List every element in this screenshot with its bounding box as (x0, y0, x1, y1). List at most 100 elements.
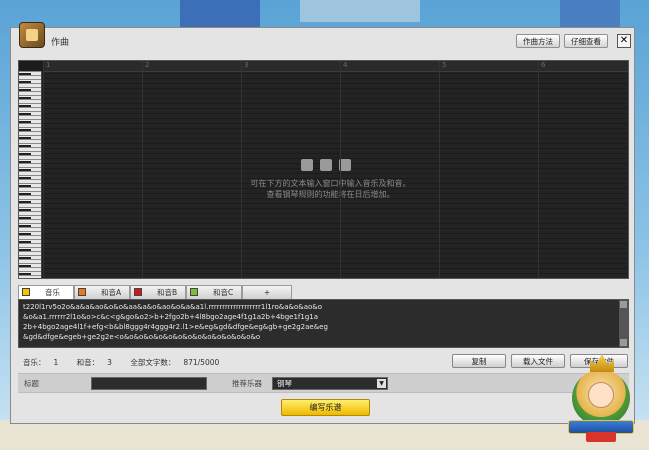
white-key (19, 263, 41, 264)
white-key (19, 95, 41, 96)
black-key (19, 201, 31, 203)
tab-chord-b[interactable]: 和音B (130, 285, 186, 299)
black-key (19, 185, 31, 187)
white-key (19, 275, 41, 276)
black-key (19, 209, 31, 211)
compose-method-button[interactable]: 作曲方法 (516, 34, 560, 48)
white-key (19, 211, 41, 212)
black-key (19, 73, 31, 75)
black-key (19, 137, 31, 139)
black-key (19, 257, 31, 259)
white-key (19, 147, 41, 148)
white-key (19, 151, 41, 152)
load-file-button[interactable]: 载入文件 (511, 354, 565, 368)
write-score-button[interactable]: 编写乐谱 (281, 399, 370, 416)
black-key (19, 193, 31, 195)
white-key (19, 83, 41, 84)
measure-line (241, 61, 242, 278)
piano-keys (19, 71, 42, 278)
black-key (19, 89, 31, 91)
track-tabs: 音乐 和音A 和音B 和音C + (18, 285, 629, 299)
chord-count-label: 和音： (76, 358, 100, 367)
white-key (19, 71, 41, 72)
window-title: 作曲 (51, 38, 70, 48)
white-key (19, 107, 41, 108)
score-line: 2b+4bgo2age4l1f+efg<b&bl8ggg4r4ggg4r2.l1… (23, 323, 328, 331)
white-key (19, 91, 41, 92)
white-key (19, 119, 41, 120)
measure-line (43, 61, 44, 278)
score-stats: 音乐： 1 和音： 3 全部文字数： 871/5000 (23, 357, 235, 368)
editor-scrollbar[interactable] (619, 300, 628, 347)
measure-ruler: 1 2 3 4 5 6 (43, 61, 628, 72)
background-block (560, 0, 620, 28)
white-key (19, 131, 41, 132)
white-key (19, 115, 41, 116)
white-key (19, 175, 41, 176)
note-grid[interactable] (43, 71, 628, 278)
white-key (19, 187, 41, 188)
black-key (19, 249, 31, 251)
tab-chord-c[interactable]: 和音C (186, 285, 242, 299)
white-key (19, 87, 41, 88)
white-key (19, 167, 41, 168)
music-count: 1 (53, 358, 59, 367)
black-key (19, 153, 31, 155)
color-swatch (190, 288, 198, 296)
loading-dots-icon (301, 159, 361, 173)
details-button[interactable]: 仔细查看 (564, 34, 608, 48)
score-info-bar: 标题 推荐乐器 钢琴 ▼ (18, 373, 629, 393)
title-bar[interactable]: 作曲 作曲方法 仔细查看 ✕ (11, 22, 634, 52)
tab-music[interactable]: 音乐 (18, 285, 74, 299)
white-key (19, 239, 41, 240)
black-key (19, 177, 31, 179)
white-key (19, 231, 41, 232)
white-key (19, 219, 41, 220)
white-key (19, 103, 41, 104)
white-key (19, 159, 41, 160)
black-key (19, 145, 31, 147)
white-key (19, 247, 41, 248)
scroll-up-icon[interactable] (620, 301, 627, 308)
title-label: 标题 (24, 379, 39, 388)
instrument-value: 钢琴 (277, 379, 292, 388)
add-tab-button[interactable]: + (242, 285, 292, 299)
copy-button[interactable]: 复制 (452, 354, 506, 368)
measure-number: 5 (442, 61, 447, 69)
black-key (19, 113, 31, 115)
white-key (19, 203, 41, 204)
background-floor (0, 420, 649, 450)
white-key (19, 191, 41, 192)
crown-icon (590, 354, 614, 372)
hint-text-2: 查看钢琴规则的功能将在日后增加。 (266, 190, 395, 199)
tab-label: 和音B (157, 288, 178, 297)
color-swatch (134, 288, 142, 296)
mascot-face (588, 382, 614, 408)
black-key (19, 217, 31, 219)
scroll-down-icon[interactable] (620, 339, 627, 346)
char-count-label: 全部文字数： (130, 358, 176, 367)
close-icon[interactable]: ✕ (617, 34, 631, 48)
tab-label: 音乐 (45, 288, 60, 297)
measure-number: 3 (244, 61, 249, 69)
chevron-down-icon[interactable]: ▼ (377, 379, 386, 388)
tab-chord-a[interactable]: 和音A (74, 285, 130, 299)
measure-number: 6 (541, 61, 546, 69)
game-mascot-logo (566, 352, 638, 444)
instrument-select[interactable]: 钢琴 ▼ (272, 377, 388, 390)
measure-number: 2 (145, 61, 150, 69)
white-key (19, 199, 41, 200)
measure-line (439, 61, 440, 278)
black-key (19, 121, 31, 123)
score-text-input[interactable]: t220l1rv5o2o&a&a&ao&o&o&aa&a&o&ao&o&a&a1… (18, 299, 629, 348)
black-key (19, 169, 31, 171)
black-key (19, 97, 31, 99)
piano-roll[interactable]: 1 2 3 4 5 6 可在下方的文本输入窗口中输入音乐及和音。 查看钢琴规则的功能将在日… (18, 60, 629, 279)
white-key (19, 79, 41, 80)
black-key (19, 81, 31, 83)
white-key (19, 163, 41, 164)
white-key (19, 135, 41, 136)
white-key (19, 271, 41, 272)
white-key (19, 139, 41, 140)
title-input[interactable] (91, 377, 207, 390)
